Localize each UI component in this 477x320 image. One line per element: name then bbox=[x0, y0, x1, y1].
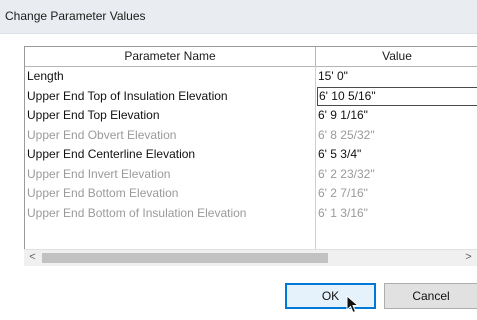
parameter-name-cell: Upper End Centerline Elevation bbox=[27, 147, 196, 161]
parameter-name-cell: Upper End Obvert Elevation bbox=[27, 127, 177, 142]
parameter-name-cell: Upper End Bottom of Insulation Elevation bbox=[27, 205, 247, 220]
scrollbar-thumb[interactable] bbox=[42, 253, 328, 263]
table-row: Upper End Bottom of Insulation Elevation… bbox=[25, 204, 477, 224]
parameter-table: Parameter Name Value Length 15' 0" Upper… bbox=[24, 46, 477, 249]
parameter-value-cell: 6' 8 25/32" bbox=[318, 127, 375, 142]
parameter-value-input[interactable]: 6' 10 5/16" bbox=[317, 86, 477, 106]
change-parameter-values-dialog: Change Parameter Values Parameter Name V… bbox=[0, 0, 477, 320]
parameter-value-cell[interactable]: 6' 9 1/16" bbox=[317, 106, 477, 126]
table-row[interactable]: Upper End Centerline Elevation 6' 5 3/4" bbox=[25, 145, 477, 165]
column-header-parameter-name[interactable]: Parameter Name bbox=[25, 47, 316, 66]
parameter-value-cell[interactable]: 15' 0" bbox=[317, 67, 477, 87]
table-row[interactable]: Upper End Top of Insulation Elevation 6'… bbox=[25, 86, 477, 106]
parameter-value-cell: 6' 2 7/16" bbox=[318, 186, 368, 200]
ok-button[interactable]: OK bbox=[285, 283, 376, 309]
parameter-name-cell: Upper End Top Elevation bbox=[27, 108, 160, 122]
mouse-pointer-icon bbox=[346, 295, 360, 314]
cancel-button[interactable]: Cancel bbox=[384, 283, 477, 309]
title-bar[interactable]: Change Parameter Values bbox=[0, 0, 477, 34]
table-row: Upper End Invert Elevation 6' 2 23/32" bbox=[25, 165, 477, 185]
scroll-left-arrow-icon[interactable]: < bbox=[24, 250, 41, 266]
table-row[interactable]: Upper End Top Elevation 6' 9 1/16" bbox=[25, 106, 477, 126]
table-row: Upper End Bottom Elevation 6' 2 7/16" bbox=[25, 184, 477, 204]
dialog-title: Change Parameter Values bbox=[5, 9, 146, 23]
parameter-value-cell[interactable]: 6' 5 3/4" bbox=[317, 145, 477, 165]
parameter-name-cell: Upper End Top of Insulation Elevation bbox=[27, 88, 228, 103]
parameter-value-cell: 6' 2 23/32" bbox=[318, 166, 375, 181]
parameter-name-cell: Upper End Bottom Elevation bbox=[27, 186, 179, 200]
parameter-value-cell: 6' 1 3/16" bbox=[318, 205, 368, 220]
parameter-name-cell: Upper End Invert Elevation bbox=[27, 166, 171, 181]
table-row[interactable]: Length 15' 0" bbox=[25, 67, 477, 87]
parameter-name-cell: Length bbox=[27, 69, 64, 83]
table-header: Parameter Name Value bbox=[25, 47, 477, 67]
scroll-right-arrow-icon[interactable]: > bbox=[460, 250, 477, 266]
column-header-value[interactable]: Value bbox=[316, 47, 477, 66]
horizontal-scrollbar[interactable]: < > bbox=[24, 249, 477, 266]
table-row: Upper End Obvert Elevation 6' 8 25/32" bbox=[25, 126, 477, 146]
